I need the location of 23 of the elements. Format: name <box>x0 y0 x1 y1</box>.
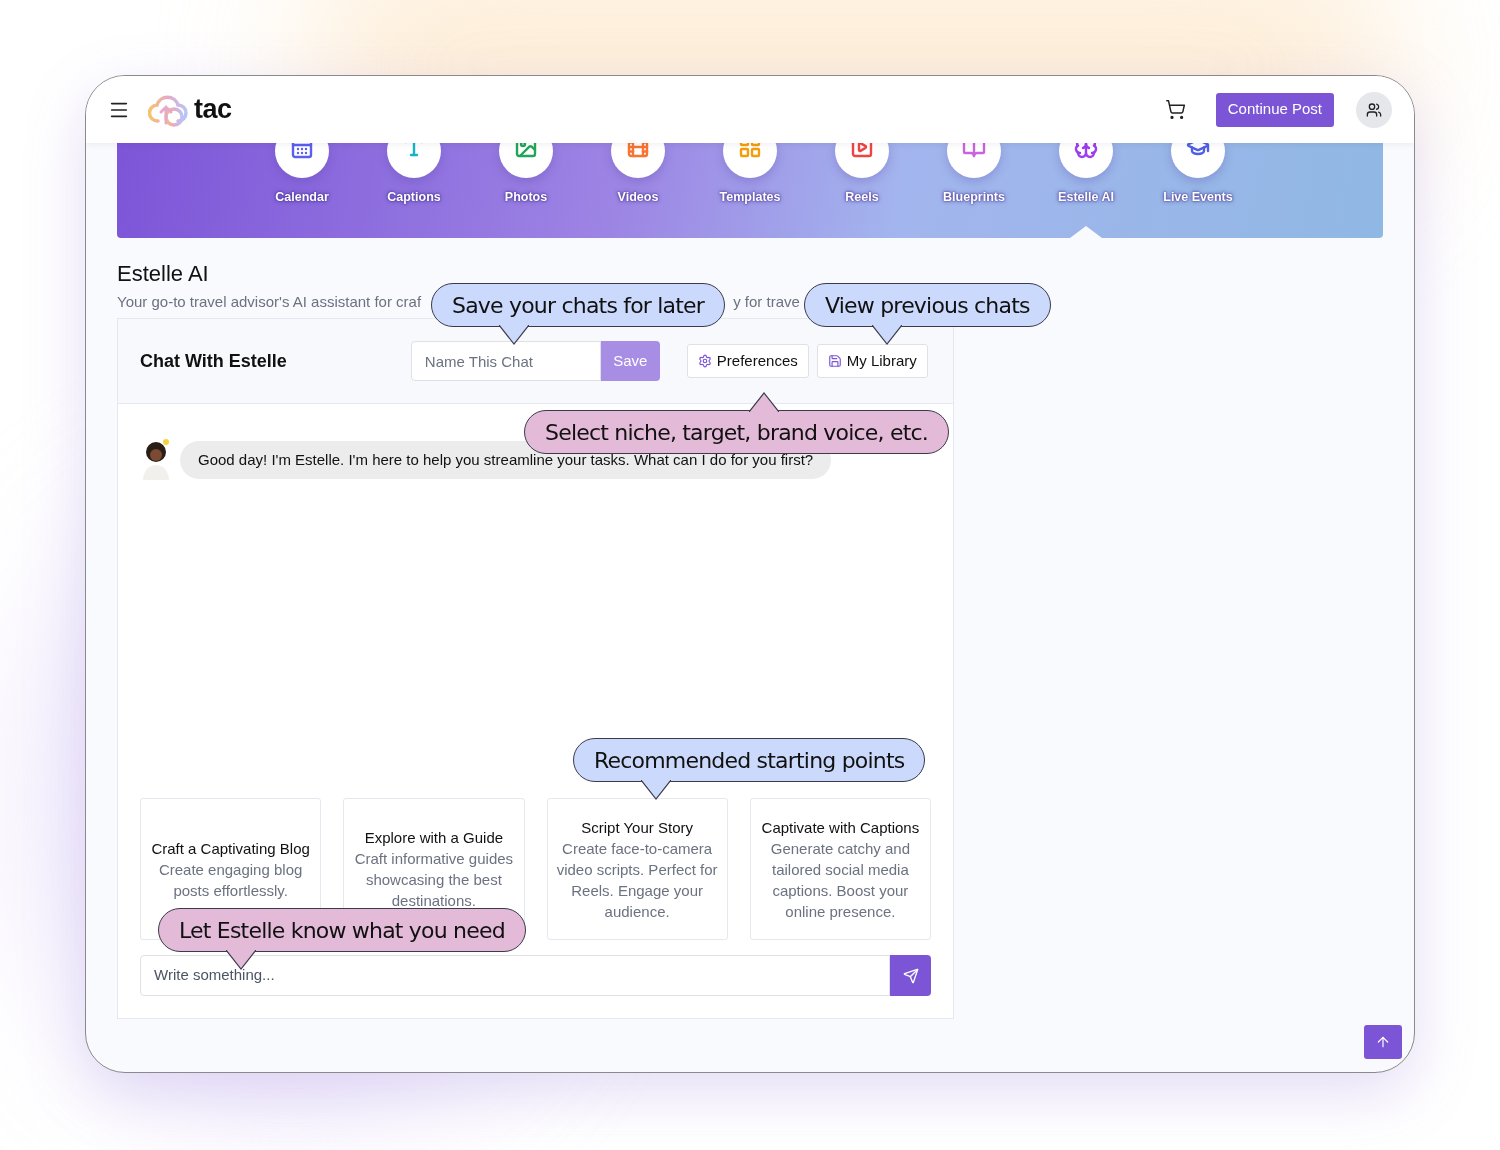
library-button[interactable]: My Library <box>816 344 928 378</box>
feature-tab[interactable]: Estelle AI <box>1030 143 1142 238</box>
suggestion-card[interactable]: Captivate with Captions Generate catchy and tailored social media captions. Boost your online presence. <box>749 798 931 940</box>
suggestion-description: Create face-to-camera video scripts. Perfect for Reels. Engage your audience. <box>555 838 719 922</box>
chat-name-field[interactable]: Name This Chat <box>410 341 601 381</box>
suggestion-title: Script Your Story <box>581 817 693 838</box>
suggestion-title: Craft a Captivating Blog <box>151 838 310 859</box>
preferences-button[interactable]: Preferences <box>686 344 809 378</box>
suggestion-title: Captivate with Captions <box>761 817 920 838</box>
chat-title: Chat With Estelle <box>140 349 287 373</box>
suggestion-card[interactable]: Script Your Story Create face-to-camera video scripts. Perfect for Reels. Engage your audience. <box>546 798 728 940</box>
page-subtitle: y for trave <box>733 292 800 312</box>
suggestion-description: Create engaging blog posts effortlessly. <box>157 859 304 901</box>
suggestion-description: Craft informative guides showcasing the best destinations. <box>353 849 515 911</box>
suggestion-description: Generate catchy and tailored social media captions. Boost your online presence. <box>769 838 911 922</box>
page-title: Estelle AI <box>117 260 210 288</box>
message-field[interactable]: Write something... <box>140 955 890 996</box>
page-subtitle: Your go-to travel advisor's AI assistant for craf <box>117 292 422 312</box>
logo-text: tac <box>194 93 232 127</box>
save-button[interactable]: Save <box>600 341 660 381</box>
suggestion-title: Explore with a Guide <box>364 828 504 848</box>
continue-post-button[interactable]: Continue Post <box>1215 92 1334 127</box>
feature-tab[interactable]: Live Events <box>1142 143 1254 238</box>
